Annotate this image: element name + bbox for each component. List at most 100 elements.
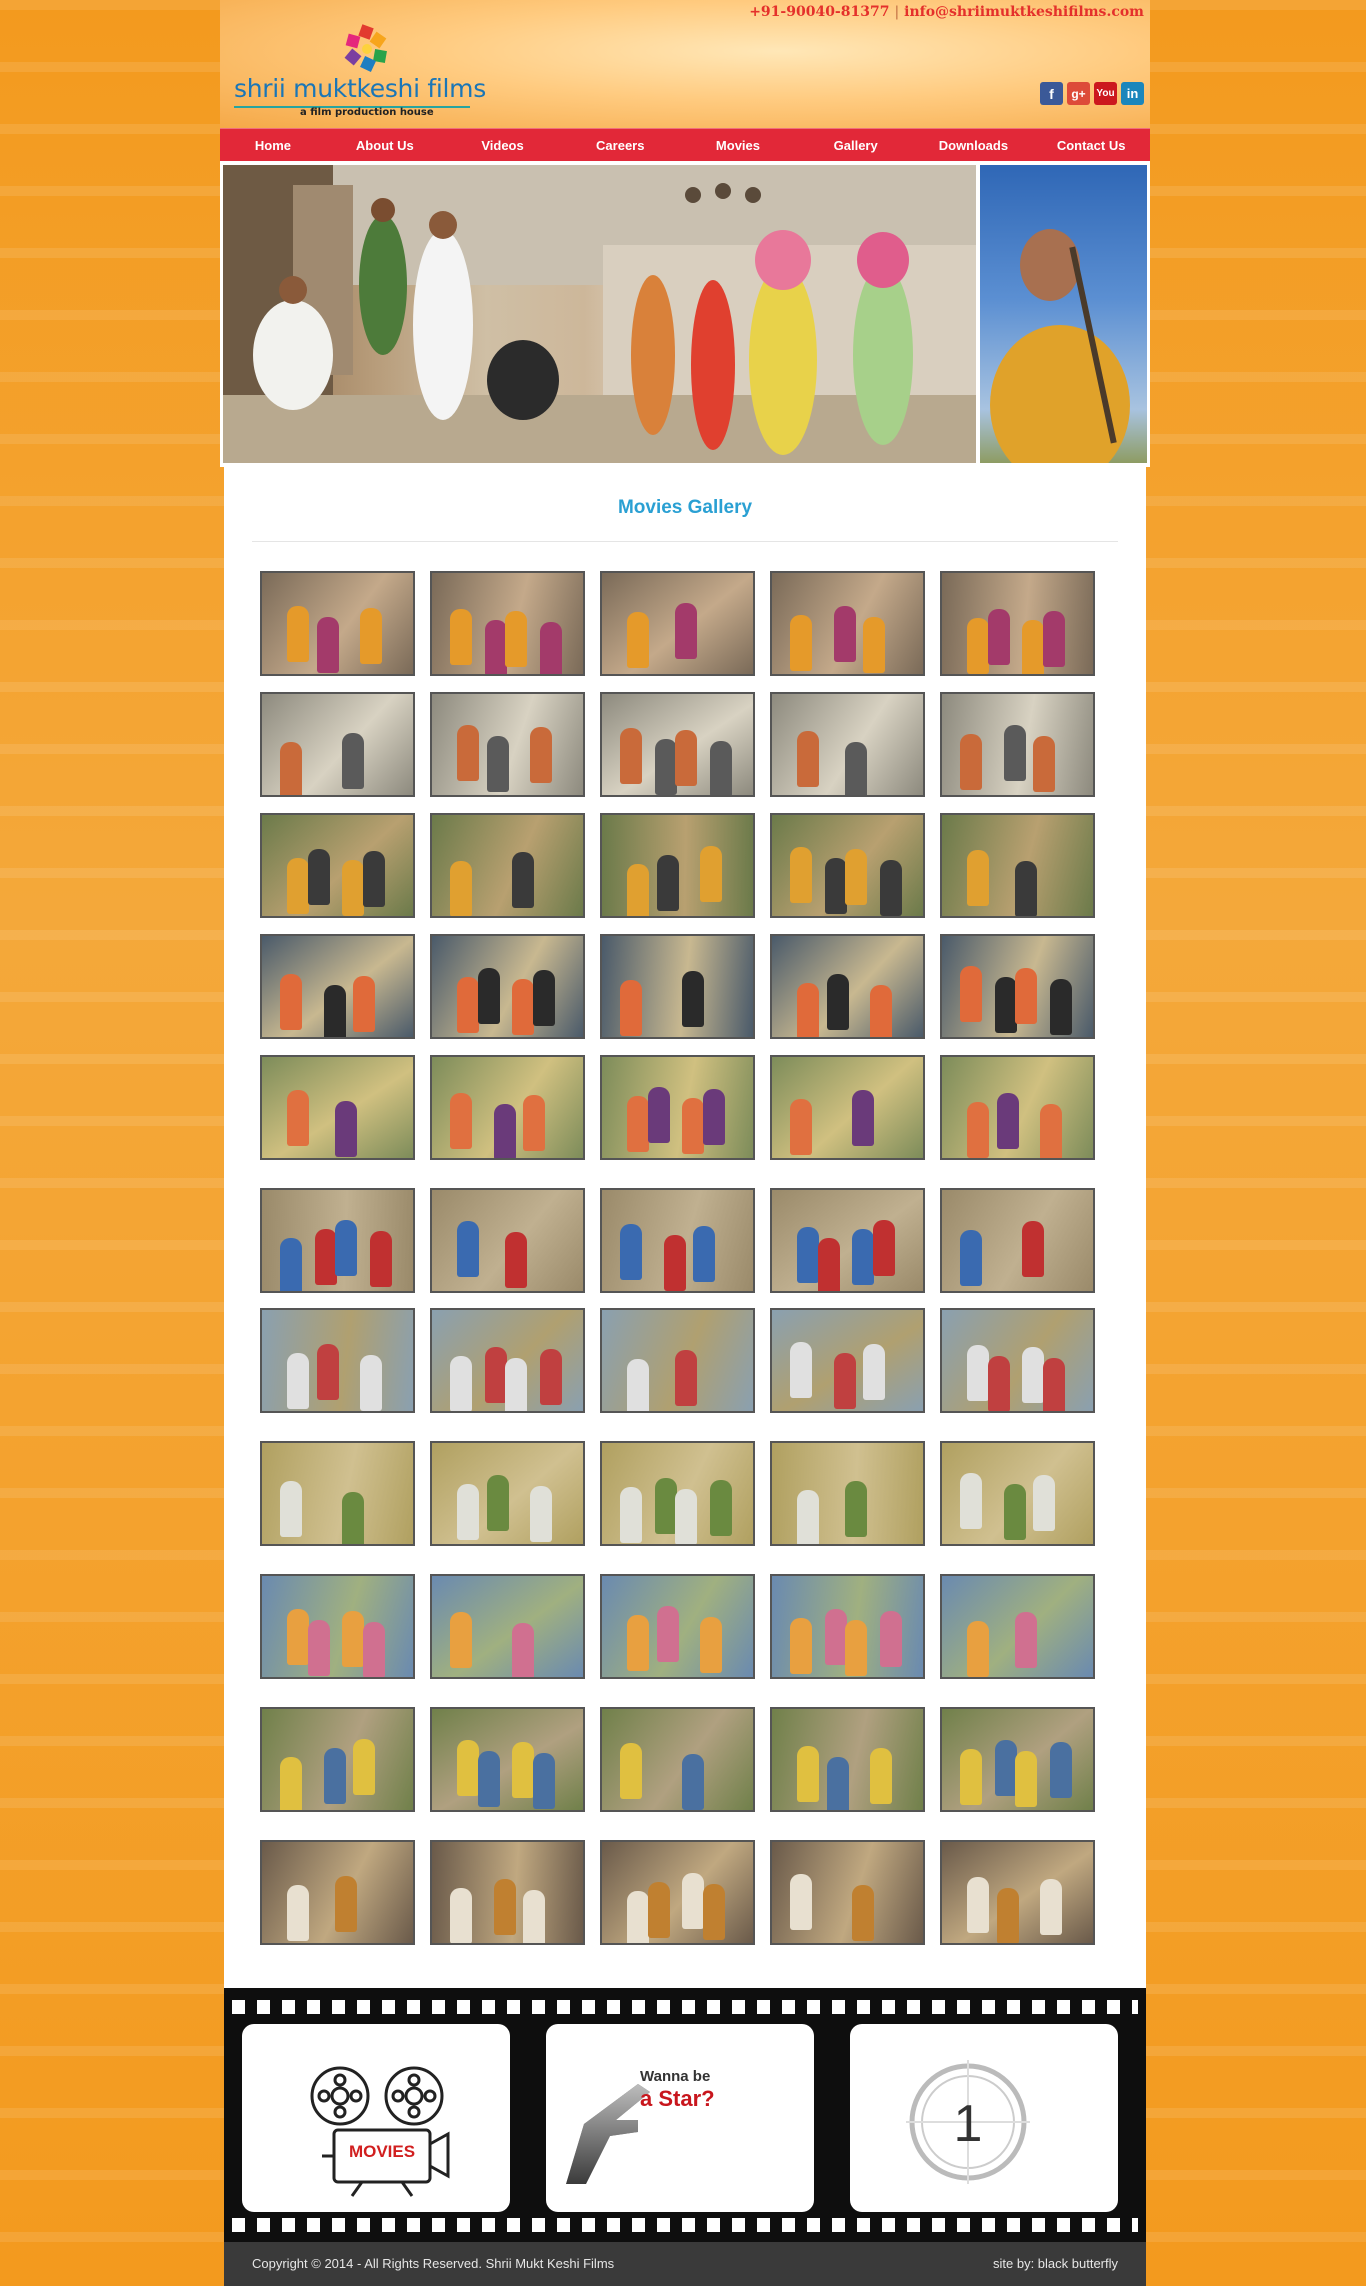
google-plus-icon[interactable]: g+ bbox=[1067, 82, 1090, 105]
thumbnail-figure bbox=[870, 1748, 893, 1804]
gallery-thumbnail[interactable] bbox=[600, 1188, 755, 1293]
thumbnail-figure bbox=[879, 1611, 902, 1667]
gallery-thumbnail[interactable] bbox=[770, 1574, 925, 1679]
gallery-thumbnail[interactable] bbox=[430, 692, 585, 797]
gallery-thumbnail[interactable] bbox=[430, 1055, 585, 1160]
email-link[interactable]: info@shriimuktkeshifilms.com bbox=[904, 4, 1144, 20]
gallery-thumbnail[interactable] bbox=[940, 1308, 1095, 1413]
gallery-thumbnail[interactable] bbox=[770, 934, 925, 1039]
gallery-thumbnail[interactable] bbox=[770, 1055, 925, 1160]
gallery-thumbnail[interactable] bbox=[600, 934, 755, 1039]
gallery-thumbnail[interactable] bbox=[940, 692, 1095, 797]
gallery-thumbnail[interactable] bbox=[260, 1574, 415, 1679]
gallery-thumbnail[interactable] bbox=[600, 1441, 755, 1546]
gallery-thumbnail[interactable] bbox=[260, 1840, 415, 1945]
nav-about-us[interactable]: About Us bbox=[326, 129, 444, 162]
thumbnail-figure bbox=[484, 1347, 507, 1403]
gallery-thumbnail[interactable] bbox=[430, 1308, 585, 1413]
hands-frame-icon bbox=[566, 2084, 650, 2184]
gallery-thumbnail[interactable] bbox=[430, 1441, 585, 1546]
thumbnail-figure bbox=[477, 1751, 500, 1807]
gallery-thumbnail[interactable] bbox=[260, 1707, 415, 1812]
gallery-thumbnail[interactable] bbox=[940, 1188, 1095, 1293]
title-divider bbox=[252, 541, 1118, 542]
thumbnail-figure bbox=[493, 1104, 516, 1158]
gallery-thumbnail[interactable] bbox=[430, 1574, 585, 1679]
gallery-thumbnail[interactable] bbox=[600, 1574, 755, 1679]
gallery-thumbnail[interactable] bbox=[770, 813, 925, 918]
gallery-thumbnail[interactable] bbox=[430, 813, 585, 918]
phone-number[interactable]: +91-90040-81377 bbox=[749, 4, 889, 20]
thumbnail-figure bbox=[362, 851, 385, 907]
gallery-thumbnail[interactable] bbox=[430, 934, 585, 1039]
thumbnail-figure bbox=[700, 846, 723, 902]
gallery-thumbnail[interactable] bbox=[430, 1707, 585, 1812]
gallery-thumbnail[interactable] bbox=[770, 1308, 925, 1413]
gallery-thumbnail[interactable] bbox=[260, 1188, 415, 1293]
gallery-thumbnail[interactable] bbox=[260, 692, 415, 797]
thumbnail-figure bbox=[1042, 1358, 1065, 1411]
gallery-thumbnail[interactable] bbox=[940, 1840, 1095, 1945]
gallery-thumbnail[interactable] bbox=[260, 1308, 415, 1413]
nav-home[interactable]: Home bbox=[220, 129, 326, 162]
nav-contact-us[interactable]: Contact Us bbox=[1032, 129, 1150, 162]
thumbnail-figure bbox=[457, 1484, 479, 1540]
thumbnail-figure bbox=[505, 1358, 527, 1411]
gallery-thumbnail[interactable] bbox=[770, 1707, 925, 1812]
gallery-thumbnail[interactable] bbox=[600, 1707, 755, 1812]
gallery-thumbnail[interactable] bbox=[770, 1188, 925, 1293]
gallery-thumbnail[interactable] bbox=[940, 813, 1095, 918]
youtube-icon[interactable]: You bbox=[1094, 82, 1117, 105]
thumbnail-figure bbox=[987, 1356, 1010, 1411]
movies-tile[interactable]: MOVIES bbox=[242, 2024, 510, 2212]
gallery-thumbnail[interactable] bbox=[600, 571, 755, 676]
thumbnail-figure bbox=[627, 612, 649, 668]
nav-downloads[interactable]: Downloads bbox=[915, 129, 1033, 162]
nav-videos[interactable]: Videos bbox=[444, 129, 562, 162]
thumbnail-figure bbox=[369, 1231, 392, 1287]
thumbnail-figure bbox=[790, 1874, 812, 1930]
thumbnail-figure bbox=[316, 1344, 339, 1400]
wanna-be-star-tile[interactable]: Wanna be a Star? bbox=[546, 2024, 814, 2212]
countdown-tile[interactable]: 1 bbox=[850, 2024, 1118, 2212]
nav-gallery[interactable]: Gallery bbox=[797, 129, 915, 162]
banner-side-photo bbox=[980, 165, 1147, 463]
site-logo[interactable]: shrii muktkeshi films a film production … bbox=[234, 24, 486, 124]
thumbnail-figure bbox=[505, 1232, 527, 1288]
gallery-thumbnail[interactable] bbox=[260, 1441, 415, 1546]
thumbnail-figure bbox=[675, 1350, 697, 1406]
thumbnail-figure bbox=[1022, 1221, 1044, 1277]
gallery-thumbnail[interactable] bbox=[260, 934, 415, 1039]
gallery-thumbnail[interactable] bbox=[600, 1308, 755, 1413]
gallery-thumbnail[interactable] bbox=[940, 1055, 1095, 1160]
gallery-thumbnail[interactable] bbox=[940, 934, 1095, 1039]
movie-projector-icon bbox=[310, 2066, 450, 2197]
gallery-thumbnail[interactable] bbox=[940, 1441, 1095, 1546]
gallery-thumbnail[interactable] bbox=[940, 1574, 1095, 1679]
gallery-thumbnail[interactable] bbox=[770, 692, 925, 797]
nav-movies[interactable]: Movies bbox=[679, 129, 797, 162]
thumbnail-figure bbox=[845, 1481, 867, 1537]
gallery-thumbnail[interactable] bbox=[260, 813, 415, 918]
gallery-thumbnail[interactable] bbox=[940, 571, 1095, 676]
gallery-thumbnail[interactable] bbox=[430, 571, 585, 676]
site-credit-link[interactable]: site by: black butterfly bbox=[993, 2256, 1118, 2271]
gallery-thumbnail[interactable] bbox=[770, 1441, 925, 1546]
gallery-thumbnail[interactable] bbox=[430, 1188, 585, 1293]
gallery-thumbnail[interactable] bbox=[430, 1840, 585, 1945]
gallery-thumbnail[interactable] bbox=[260, 571, 415, 676]
nav-careers[interactable]: Careers bbox=[561, 129, 679, 162]
gallery-thumbnail[interactable] bbox=[600, 813, 755, 918]
gallery-thumbnail[interactable] bbox=[770, 571, 925, 676]
thumbnail-figure bbox=[1040, 1879, 1063, 1935]
gallery-thumbnail[interactable] bbox=[600, 1055, 755, 1160]
thumbnail-figure bbox=[852, 1885, 874, 1941]
gallery-thumbnail[interactable] bbox=[260, 1055, 415, 1160]
gallery-thumbnail[interactable] bbox=[770, 1840, 925, 1945]
gallery-thumbnail[interactable] bbox=[600, 1840, 755, 1945]
thumbnail-figure bbox=[863, 617, 886, 673]
linkedin-icon[interactable]: in bbox=[1121, 82, 1144, 105]
gallery-thumbnail[interactable] bbox=[940, 1707, 1095, 1812]
gallery-thumbnail[interactable] bbox=[600, 692, 755, 797]
facebook-icon[interactable]: f bbox=[1040, 82, 1063, 105]
